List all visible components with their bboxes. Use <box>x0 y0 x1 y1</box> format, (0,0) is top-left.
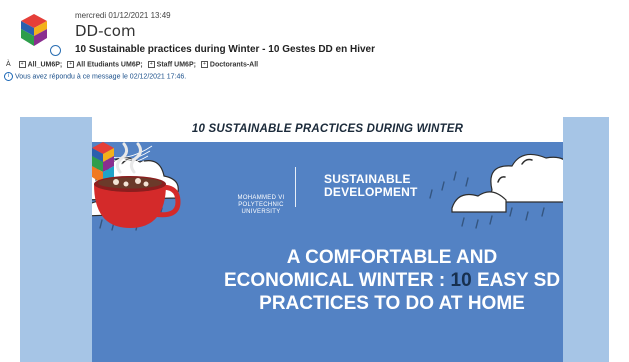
info-bar: i Vous avez répondu à ce message le 02/12… <box>4 72 186 81</box>
logo-divider <box>295 167 296 207</box>
recipient-item[interactable]: + All Etudiants UM6P; <box>67 61 143 68</box>
email-date: mercredi 01/12/2021 13:49 <box>75 11 171 20</box>
expand-icon[interactable]: + <box>18 61 26 68</box>
side-panel-right <box>563 117 609 362</box>
sender-name[interactable]: DD-com <box>75 22 136 40</box>
recipient-item[interactable]: + Doctorants-All <box>200 61 258 68</box>
expand-icon[interactable]: + <box>200 61 208 68</box>
sender-logo-icon <box>21 14 47 46</box>
recipient-item[interactable]: + Staff UM6P; <box>147 61 196 68</box>
university-name: MOHAMMED VI POLYTECHNIC UNIVERSITY <box>237 195 285 215</box>
expand-icon[interactable]: + <box>147 61 155 68</box>
recipient-item[interactable]: + All_UM6P; <box>18 61 62 68</box>
side-panel-left <box>20 117 92 362</box>
hero-banner: MOHAMMED VI POLYTECHNIC UNIVERSITY SUSTA… <box>92 142 563 362</box>
to-label: À <box>6 61 11 69</box>
info-message: Vous avez répondu à ce message le 02/12/… <box>15 73 187 81</box>
newsletter-title: 10 SUSTAINABLE PRACTICES DURING WINTER <box>92 117 563 142</box>
email-subject: 10 Sustainable practices during Winter -… <box>75 44 376 55</box>
unread-radio-icon[interactable] <box>50 45 61 56</box>
info-icon: i <box>4 72 13 81</box>
mug-icon <box>94 142 181 228</box>
email-header: mercredi 01/12/2021 13:49 DD-com 10 Sust… <box>0 0 629 110</box>
expand-icon[interactable]: + <box>67 61 75 68</box>
recipients-line: À + All_UM6P; + All Etudiants UM6P; + Staff… <box>6 61 261 68</box>
hero-headline: A COMFORTABLE AND ECONOMICAL WINTER : 10… <box>223 247 561 314</box>
cloud-icon <box>451 153 563 213</box>
sd-logo-text: SUSTAINABLE DEVELOPMENT <box>324 172 418 199</box>
